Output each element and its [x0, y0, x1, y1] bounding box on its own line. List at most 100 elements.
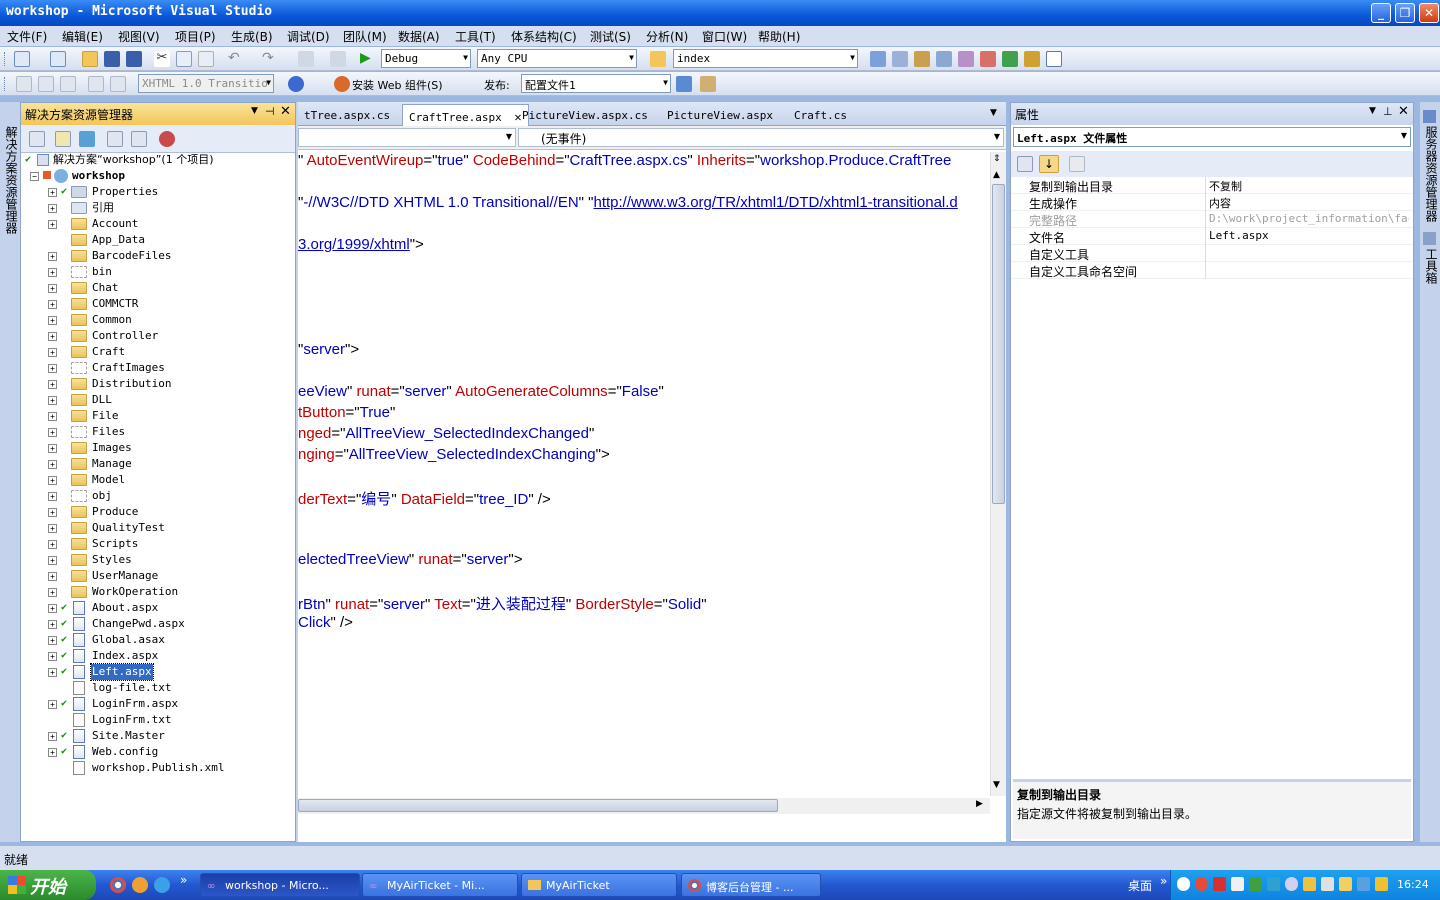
check-accessibility-icon[interactable]: [288, 76, 304, 92]
tree-item[interactable]: + Scripts: [21, 536, 293, 552]
expand-icon[interactable]: +: [48, 268, 57, 277]
tab-crafttree-aspx-cs[interactable]: tTree.aspx.cs: [298, 106, 396, 126]
team-explorer-icon[interactable]: [1024, 51, 1040, 67]
code-area[interactable]: " AutoEventWireup="true" CodeBehind="Cra…: [298, 152, 990, 796]
properties-icon[interactable]: [29, 131, 45, 147]
tree-item[interactable]: + QualityTest: [21, 520, 293, 536]
start-button[interactable]: 开始: [0, 870, 96, 900]
tree-item[interactable]: + Model: [21, 472, 293, 488]
tree-item[interactable]: + ✔ Index.aspx: [21, 648, 293, 664]
tree-item[interactable]: + Distribution: [21, 376, 293, 392]
tab-list-dropdown-icon[interactable]: ▼: [990, 108, 997, 118]
close-icon[interactable]: ✕: [280, 104, 291, 119]
toolbar-grip[interactable]: [4, 77, 7, 91]
menu-debug[interactable]: 调试(D): [287, 28, 330, 45]
property-value[interactable]: 不复制: [1209, 178, 1409, 194]
categorized-icon[interactable]: [1017, 156, 1033, 172]
property-row[interactable]: 复制到输出目录 不复制: [1011, 177, 1413, 194]
new-project-icon[interactable]: [14, 51, 30, 67]
platform-combo[interactable]: Any CPU ▼: [477, 49, 637, 68]
tree-item[interactable]: + File: [21, 408, 293, 424]
config-combo[interactable]: Debug ▼: [381, 49, 471, 68]
horizontal-scrollbar[interactable]: ▶: [298, 798, 990, 814]
tray-app-icon[interactable]: [1267, 877, 1280, 891]
property-value[interactable]: 内容: [1209, 195, 1409, 211]
scroll-down-icon[interactable]: ▼: [993, 780, 1000, 790]
navigate-back-icon[interactable]: [298, 51, 314, 67]
solution-node[interactable]: ✔ 解决方案“workshop”(1 个项目): [21, 152, 293, 168]
show-all-files-icon[interactable]: [55, 131, 71, 147]
uncomment-icon[interactable]: [110, 76, 126, 92]
tab-craft-cs[interactable]: Craft.cs: [788, 106, 853, 126]
project-node[interactable]: − workshop: [21, 168, 293, 184]
network-icon[interactable]: [1357, 877, 1370, 891]
lock-icon[interactable]: [1375, 877, 1388, 891]
menu-file[interactable]: 文件(F): [7, 28, 47, 45]
tree-item[interactable]: + BarcodeFiles: [21, 248, 293, 264]
expand-icon[interactable]: +: [48, 572, 57, 581]
collapse-icon[interactable]: −: [30, 172, 39, 181]
tab-pictureview-aspx-cs[interactable]: PictureView.aspx.cs: [516, 106, 654, 126]
menu-edit[interactable]: 编辑(E): [62, 28, 103, 45]
solution-explorer-dock-tab[interactable]: 解决方案资源管理器: [3, 126, 20, 234]
menu-data[interactable]: 数据(A): [398, 28, 440, 45]
horizontal-scroll-thumb[interactable]: [298, 799, 778, 812]
tray-app-icon[interactable]: [1303, 877, 1316, 891]
expand-icon[interactable]: +: [48, 604, 57, 613]
chrome-icon[interactable]: [110, 877, 126, 893]
vertical-scroll-thumb[interactable]: [992, 184, 1005, 504]
expand-icon[interactable]: +: [48, 412, 57, 421]
doctype-combo[interactable]: XHTML 1.0 Transitio ▼: [138, 74, 274, 93]
tree-item[interactable]: + obj: [21, 488, 293, 504]
format-icon[interactable]: [16, 76, 32, 92]
menu-help[interactable]: 帮助(H): [758, 28, 800, 45]
menu-project[interactable]: 项目(P): [175, 28, 216, 45]
save-icon[interactable]: [104, 51, 120, 67]
start-debug-icon[interactable]: ▶: [360, 51, 376, 67]
server-explorer-dock-tab[interactable]: 服务器资源管理器: [1423, 126, 1440, 222]
property-row[interactable]: 自定义工具命名空间: [1011, 262, 1413, 279]
toolbox-dock-tab[interactable]: 工具箱: [1423, 248, 1440, 284]
close-icon[interactable]: ✕: [1398, 104, 1409, 119]
ie-icon[interactable]: [154, 877, 170, 893]
expand-icon[interactable]: +: [48, 300, 57, 309]
tree-item[interactable]: + COMMCTR: [21, 296, 293, 312]
expand-icon[interactable]: +: [48, 380, 57, 389]
install-web-button[interactable]: 安装 Web 组件(S): [352, 77, 443, 93]
tray-app-icon[interactable]: [1213, 877, 1226, 891]
tray-app-icon[interactable]: [1285, 877, 1298, 891]
indent-icon[interactable]: [60, 76, 76, 92]
expand-icon[interactable]: +: [48, 444, 57, 453]
property-value[interactable]: Left.aspx: [1209, 229, 1409, 242]
tree-item[interactable]: + ✔ Site.Master: [21, 728, 293, 744]
vertical-scrollbar[interactable]: ⇕ ▲ ▼: [990, 152, 1006, 796]
expand-icon[interactable]: +: [48, 396, 57, 405]
tree-item[interactable]: LoginFrm.txt: [21, 712, 293, 728]
close-button[interactable]: ✕: [1419, 3, 1439, 23]
task-blog-admin[interactable]: 博客后台管理 - ...: [681, 873, 821, 897]
window-layout-icon[interactable]: [1046, 51, 1062, 67]
clock[interactable]: 16:24: [1397, 878, 1429, 891]
quicklaunch-more-icon[interactable]: »: [180, 873, 187, 887]
tree-item[interactable]: + Images: [21, 440, 293, 456]
property-row[interactable]: 文件名 Left.aspx: [1011, 228, 1413, 245]
menu-test[interactable]: 测试(S): [590, 28, 631, 45]
menu-tools[interactable]: 工具(T): [455, 28, 496, 45]
object-selector[interactable]: Left.aspx 文件属性 ▼: [1013, 127, 1411, 147]
toolbox-icon[interactable]: [936, 51, 952, 67]
menu-build[interactable]: 生成(B): [231, 28, 273, 45]
scroll-up-icon[interactable]: ▲: [993, 170, 1000, 180]
paste-icon[interactable]: [198, 51, 214, 67]
edit-profile-icon[interactable]: [700, 76, 716, 92]
expand-icon[interactable]: +: [48, 668, 57, 677]
outdent-icon[interactable]: [38, 76, 54, 92]
extension-manager-icon[interactable]: [980, 51, 996, 67]
dropdown-arrow-icon[interactable]: ▼: [251, 106, 258, 116]
tree-item[interactable]: + Manage: [21, 456, 293, 472]
property-row[interactable]: 自定义工具: [1011, 245, 1413, 262]
expand-icon[interactable]: +: [48, 556, 57, 565]
tree-item[interactable]: + bin: [21, 264, 293, 280]
tree-item[interactable]: + Produce: [21, 504, 293, 520]
restore-button[interactable]: ❐: [1395, 3, 1415, 23]
expand-icon[interactable]: +: [48, 332, 57, 341]
